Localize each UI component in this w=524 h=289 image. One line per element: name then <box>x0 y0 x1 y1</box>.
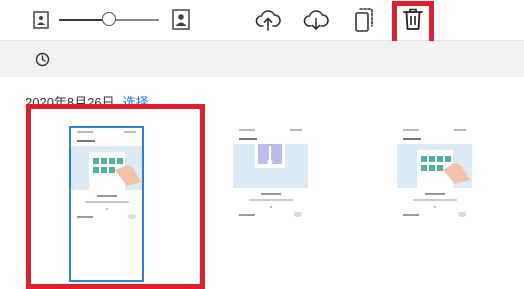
thumbnail-size-slider[interactable] <box>59 12 159 26</box>
thumb-caption <box>424 193 445 195</box>
illustration-grid-hand <box>397 144 472 188</box>
page-dot <box>433 206 436 208</box>
cloud-upload-icon[interactable] <box>255 6 281 32</box>
thumb-subcaption <box>248 199 293 201</box>
phone-status-bar <box>239 129 302 133</box>
page-dot <box>269 206 272 208</box>
thumb-caption <box>260 193 281 195</box>
cloud-download-icon[interactable] <box>303 6 329 32</box>
screenshot-thumbnail-2[interactable] <box>233 126 308 218</box>
screenshot-thumbnail-1[interactable] <box>69 126 144 282</box>
toggle-label <box>77 216 93 218</box>
trash-icon[interactable] <box>402 7 424 31</box>
group-date: 2020年8月26日 <box>25 95 115 110</box>
toggle-switch <box>458 212 466 217</box>
slider-thumb[interactable] <box>102 12 116 26</box>
swipe-illustration <box>255 144 285 168</box>
thumb-subcaption <box>84 201 129 203</box>
large-thumbnail-icon[interactable] <box>172 9 190 30</box>
thumb-subcaption <box>412 199 457 201</box>
select-link[interactable]: 选择 <box>123 95 149 110</box>
date-group-header: 2020年8月26日 选择 <box>25 92 149 111</box>
copy-icon[interactable] <box>354 7 374 33</box>
toggle-label <box>239 214 255 216</box>
phone-status-bar <box>77 131 136 135</box>
screenshot-thumbnail-3[interactable] <box>397 126 472 218</box>
subbar <box>0 41 524 77</box>
page-dot <box>105 208 108 210</box>
phone-back-title <box>77 140 95 142</box>
toggle-switch <box>128 214 136 219</box>
phone-back-title <box>239 138 257 140</box>
thumb-caption <box>96 195 117 197</box>
toggle-switch <box>294 212 302 217</box>
phone-status-bar <box>403 129 466 133</box>
small-thumbnail-icon[interactable] <box>33 11 49 29</box>
toggle-label <box>403 214 419 216</box>
grid-illustration <box>89 152 141 190</box>
clock-icon[interactable] <box>35 52 50 67</box>
phone-back-title <box>403 138 421 140</box>
illustration-swipe-down <box>233 144 308 188</box>
grid-illustration <box>417 150 470 188</box>
illustration-grid-hand <box>71 146 142 190</box>
toolbar <box>0 0 524 41</box>
